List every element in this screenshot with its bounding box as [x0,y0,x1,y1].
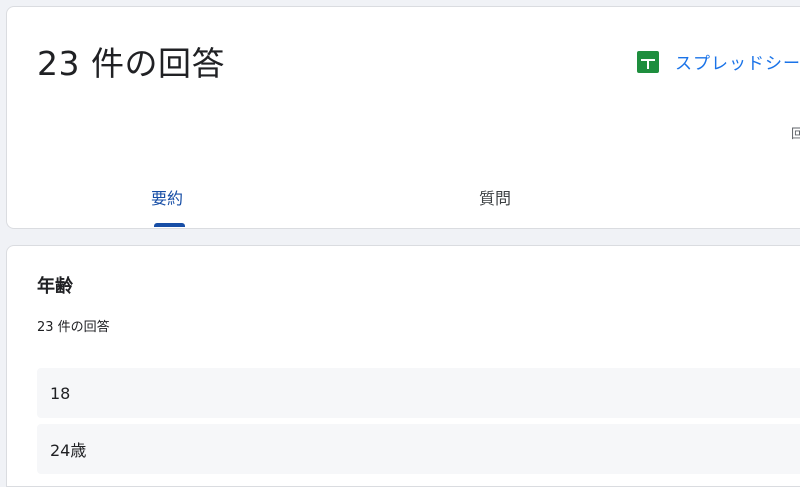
google-sheets-icon [637,50,659,73]
page-title: 23 件の回答 [37,44,225,83]
answer-list: 18 24歳 [37,368,800,480]
tab-question[interactable]: 質問 [479,185,511,209]
sheets-link-label: スプレッドシー [675,54,800,74]
tab-summary[interactable]: 要約 [151,185,183,209]
question-summary-card: 年齢 23 件の回答 18 24歳 [6,245,800,487]
active-tab-indicator [154,223,185,227]
link-to-sheets-button[interactable]: スプレッドシー [637,49,800,74]
answer-item: 24歳 [37,424,800,474]
answer-text: 24歳 [50,441,87,460]
responses-header-card: 23 件の回答 スプレッドシー 回 要約 質問 [6,6,800,229]
tab-summary-label: 要約 [151,189,184,208]
accepting-responses-label: 回 [791,127,800,142]
question-title: 年齢 [37,276,73,297]
answer-text: 18 [50,383,71,403]
response-count: 23 件の回答 [37,320,110,335]
tab-question-label: 質問 [479,189,512,208]
answer-item: 18 [37,368,800,418]
